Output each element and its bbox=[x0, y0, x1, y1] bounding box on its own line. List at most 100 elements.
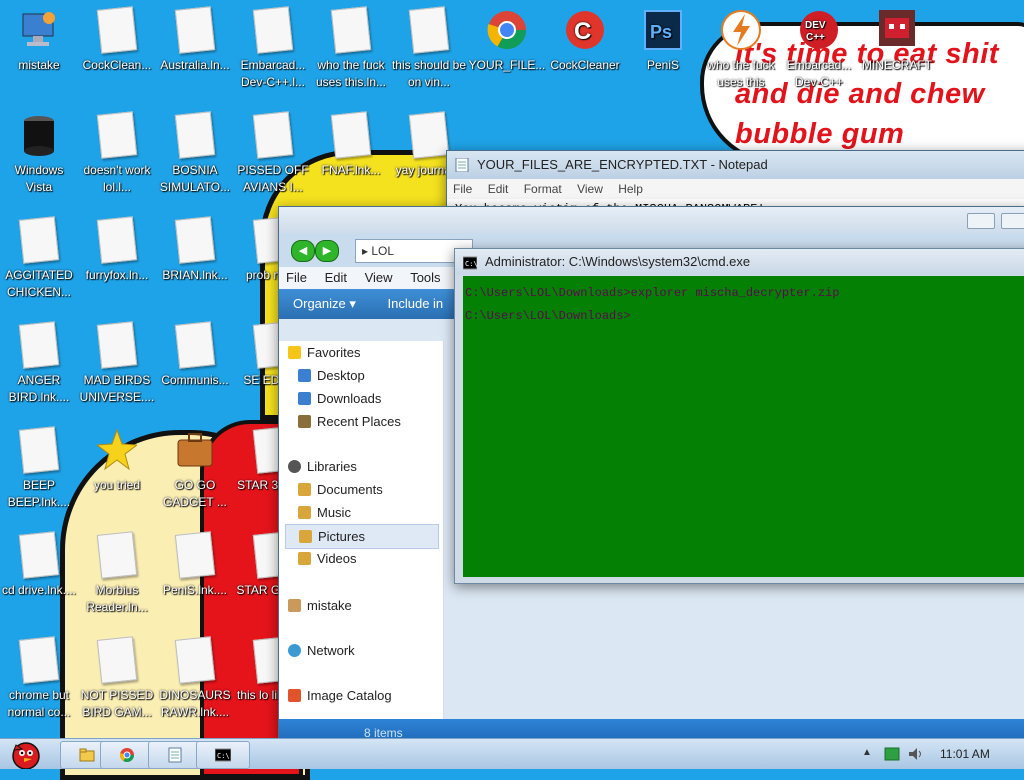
nav-item[interactable]: Favorites bbox=[285, 341, 439, 364]
music-icon bbox=[298, 506, 311, 519]
cmd-window[interactable]: C:\ Administrator: C:\Windows\system32\c… bbox=[454, 248, 1024, 584]
desktop-icon[interactable]: CockClean... bbox=[78, 6, 156, 74]
navigation-pane: Favorites Desktop Downloads Recent Places Li… bbox=[279, 341, 444, 719]
desktop-icon[interactable]: DINOSAURS RAWR.lnk.... bbox=[156, 636, 234, 721]
nav-item[interactable]: Videos bbox=[285, 547, 439, 570]
explorer-menu-file[interactable]: File bbox=[279, 270, 314, 285]
show-hidden-icons-icon[interactable]: ▲ bbox=[862, 747, 872, 758]
desktop-icon[interactable]: who the fuck uses this.ln... bbox=[312, 6, 390, 91]
taskbar-chrome-button[interactable] bbox=[100, 741, 154, 769]
desktop-icon[interactable]: Ps PeniS bbox=[624, 8, 702, 74]
desktop-icon[interactable]: Communis... bbox=[156, 321, 234, 389]
notepad-menu-view[interactable]: View bbox=[571, 182, 609, 196]
document-icon bbox=[330, 6, 372, 54]
desktop-icon[interactable]: MINECRAFT bbox=[858, 8, 936, 74]
explorer-menu-view[interactable]: View bbox=[358, 270, 400, 285]
notepad-icon bbox=[168, 747, 182, 763]
desktop-icon[interactable]: NOT PISSED BIRD GAM... bbox=[78, 636, 156, 721]
svg-text:C: C bbox=[574, 18, 591, 45]
nav-item-label: Pictures bbox=[318, 529, 365, 544]
notepad-titlebar[interactable]: YOUR_FILES_ARE_ENCRYPTED.TXT - Notepad bbox=[447, 151, 1024, 179]
desktop-icon[interactable]: DEV C++ Embarcad... Dev-C++ bbox=[780, 8, 858, 91]
document-icon bbox=[96, 531, 138, 579]
explorer-menu-tools[interactable]: Tools bbox=[403, 270, 447, 285]
desktop-icon-label: chrome but normal co... bbox=[7, 688, 71, 719]
notepad-menu-format[interactable]: Format bbox=[518, 182, 568, 196]
svg-text:C++: C++ bbox=[806, 32, 825, 43]
nav-item-label: Image Catalog bbox=[307, 688, 392, 703]
desktop-icon[interactable]: BOSNIA SIMULATO... bbox=[156, 111, 234, 196]
nav-item-label: Music bbox=[317, 505, 351, 520]
taskbar: C:\ ▲ 11:01 AM bbox=[0, 738, 1024, 770]
back-button[interactable]: ◀ bbox=[291, 240, 315, 262]
nav-item[interactable]: Libraries bbox=[285, 455, 439, 478]
desktop-icon-label: GO GO GADGET ... bbox=[163, 478, 227, 509]
start-button[interactable] bbox=[2, 739, 52, 770]
nav-item[interactable]: mistake bbox=[285, 594, 439, 617]
desktop-icon[interactable]: PeniS.lnk.... bbox=[156, 531, 234, 599]
taskbar-cmd-button[interactable]: C:\ bbox=[196, 741, 250, 769]
include-in-library-button[interactable]: Include in bbox=[374, 296, 458, 311]
svg-text:DEV: DEV bbox=[805, 20, 826, 31]
desktop-icon[interactable]: MAD BIRDS UNIVERSE.... bbox=[78, 321, 156, 406]
nav-item[interactable]: Music bbox=[285, 501, 439, 524]
desktop-icon[interactable]: furryfox.ln... bbox=[78, 216, 156, 284]
cmd-console[interactable]: C:\Users\LOL\Downloads>explorer mischa_d… bbox=[463, 276, 1024, 577]
nav-item[interactable]: Downloads bbox=[285, 387, 439, 410]
notepad-icon bbox=[455, 158, 469, 172]
desktop-icon[interactable]: BRIAN.lnk... bbox=[156, 216, 234, 284]
desktop-icon[interactable]: PISSED OFF AVIANS I... bbox=[234, 111, 312, 196]
minimize-button[interactable] bbox=[967, 213, 995, 229]
desktop-icon[interactable]: FNAF.lnk... bbox=[312, 111, 390, 179]
organize-button[interactable]: Organize ▾ bbox=[279, 296, 370, 311]
desktop-icon[interactable]: C CockCleaner bbox=[546, 8, 624, 74]
desktop-icon[interactable]: Morbius Reader.ln... bbox=[78, 531, 156, 616]
desktop-icon[interactable]: ANGER BIRD.lnk.... bbox=[0, 321, 78, 406]
desktop-icon[interactable]: you tried bbox=[78, 428, 156, 494]
nav-item[interactable]: Recent Places bbox=[285, 410, 439, 433]
desktop-icon[interactable]: chrome but normal co... bbox=[0, 636, 78, 721]
desktop-icon[interactable]: AGGITATED CHICKEN... bbox=[0, 216, 78, 301]
desktop-icon bbox=[298, 369, 311, 382]
desktop-icon[interactable]: Australia.ln... bbox=[156, 6, 234, 74]
desktop-icon[interactable]: who the fuck uses this bbox=[702, 8, 780, 91]
nav-item[interactable]: Network bbox=[285, 639, 439, 662]
explorer-titlebar[interactable] bbox=[279, 207, 1024, 233]
document-icon bbox=[408, 6, 450, 54]
desktop-icon[interactable]: this should be on vin... bbox=[390, 6, 468, 91]
cmd-line: C:\Users\LOL\Downloads>explorer mischa_d… bbox=[465, 286, 840, 300]
notepad-menu-file[interactable]: File bbox=[447, 182, 478, 196]
cmd-titlebar[interactable]: C:\ Administrator: C:\Windows\system32\c… bbox=[455, 249, 1024, 275]
explorer-menu-edit[interactable]: Edit bbox=[318, 270, 354, 285]
nav-item[interactable]: Image Catalog bbox=[285, 684, 439, 707]
desktop-icon-label: who the fuck uses this.ln... bbox=[315, 58, 387, 89]
notepad-menubar: File Edit Format View Help bbox=[447, 179, 1024, 199]
desktop-icon[interactable]: Embarcad... Dev-C++.l... bbox=[234, 6, 312, 91]
notepad-menu-help[interactable]: Help bbox=[612, 182, 649, 196]
forward-button[interactable]: ▶ bbox=[315, 240, 339, 262]
desktop-icon-label: CockClean... bbox=[82, 58, 152, 72]
desktop-icon[interactable]: doesn't work lol.l... bbox=[78, 111, 156, 196]
document-icon bbox=[408, 111, 450, 159]
desktop-icon[interactable]: mistake bbox=[0, 8, 78, 74]
desktop-icon-label: PeniS bbox=[646, 58, 680, 72]
chrome-icon bbox=[119, 748, 134, 762]
taskbar-notepad-button[interactable] bbox=[148, 741, 202, 769]
nav-item[interactable]: Documents bbox=[285, 478, 439, 501]
nav-item[interactable]: Desktop bbox=[285, 364, 439, 387]
desktop-icon[interactable]: Windows Vista bbox=[0, 113, 78, 196]
taskbar-clock[interactable]: 11:01 AM bbox=[940, 739, 990, 769]
desktop-icon-label: PISSED OFF AVIANS I... bbox=[237, 163, 309, 194]
nav-item[interactable]: Pictures bbox=[285, 524, 439, 549]
maximize-button[interactable] bbox=[1001, 213, 1024, 229]
notepad-menu-edit[interactable]: Edit bbox=[482, 182, 515, 196]
desktop-icon-label: PeniS.lnk.... bbox=[162, 583, 228, 597]
desktop-icon[interactable]: BEEP BEEP.lnk.... bbox=[0, 426, 78, 511]
desktop-icon[interactable]: GO GO GADGET ... bbox=[156, 428, 234, 511]
document-icon bbox=[96, 6, 138, 54]
volume-icon[interactable] bbox=[908, 747, 924, 761]
desktop-icon[interactable]: cd drive.lnk.... bbox=[0, 531, 78, 599]
desktop-icon[interactable]: YOUR_FILE... bbox=[468, 8, 546, 74]
desktop-icon-label: MINECRAFT bbox=[862, 58, 932, 72]
action-center-icon[interactable] bbox=[884, 747, 900, 761]
